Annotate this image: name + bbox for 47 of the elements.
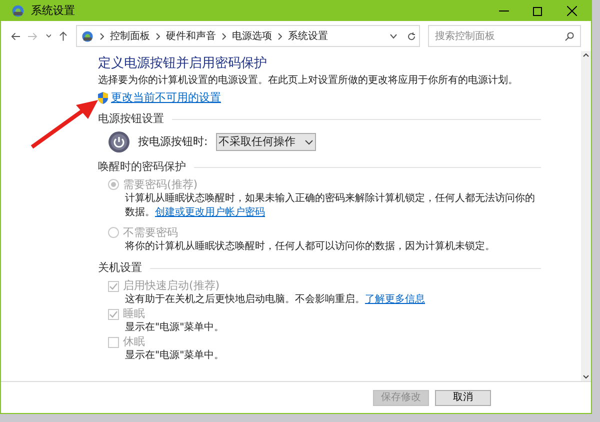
maximize-icon[interactable] xyxy=(533,6,542,16)
shield-icon xyxy=(98,92,108,104)
chevron-down-icon[interactable] xyxy=(46,34,52,38)
radio-label: 需要密码(推荐) xyxy=(123,177,198,192)
radio-label: 不需要密码 xyxy=(123,225,178,240)
address-bar[interactable]: 控制面板 硬件和声音 电源选项 系统设置 xyxy=(76,25,420,47)
control-panel-icon xyxy=(80,30,94,42)
action-dropdown[interactable]: 不采取任何操作 xyxy=(216,133,316,151)
option-description: 将你的计算机从睡眠状态唤醒时，任何人都可以访问你的数据，因为计算机未锁定。 xyxy=(125,240,496,254)
breadcrumb-item[interactable]: 系统设置 xyxy=(288,28,328,44)
chevron-right-icon xyxy=(156,32,160,40)
chevron-down-icon[interactable] xyxy=(390,34,397,38)
breadcrumb-item[interactable]: 电源选项 xyxy=(232,28,272,44)
refresh-icon[interactable] xyxy=(407,32,416,40)
option-description: 显示在"电源"菜单中。 xyxy=(125,321,226,335)
section-title: 电源按钮设置 xyxy=(98,111,164,127)
admin-settings-link[interactable]: 更改当前不可用的设置 xyxy=(111,90,221,105)
option-description: 显示在"电源"菜单中。 xyxy=(125,349,226,363)
search-field[interactable]: 搜索控制面板 xyxy=(428,25,581,47)
field-label: 按电源按钮时: xyxy=(138,134,208,150)
scroll-down-icon[interactable] xyxy=(581,373,591,381)
search-icon xyxy=(565,32,574,41)
chevron-right-icon xyxy=(100,32,104,40)
power-icon xyxy=(108,131,130,153)
scrollbar[interactable] xyxy=(581,51,591,381)
page-description: 选择要为你的计算机设置的电源设置。在此页上对设置所做的更改将应用于你所有的电源计划。 xyxy=(98,74,519,88)
checkbox-label: 睡眠 xyxy=(123,307,145,321)
window-title: 系统设置 xyxy=(31,2,75,19)
option-description: 这有助于在关机之后更快地启动电脑。不会影响重启。了解更多信息 xyxy=(125,293,426,307)
dialog-button[interactable]: 取消 xyxy=(435,390,491,406)
chevron-right-icon xyxy=(278,32,282,40)
checkbox-label: 启用快速启动(推荐) xyxy=(123,279,220,293)
page-heading: 定义电源按钮并启用密码保护 xyxy=(98,55,268,73)
section-title: 关机设置 xyxy=(98,260,142,276)
option-description: 计算机从睡眠状态唤醒时，如果未输入正确的密码来解除计算机锁定，任何人都无法访问你的数据。创建或更改用户帐户密码 xyxy=(125,192,536,220)
scroll-up-icon[interactable] xyxy=(581,51,591,59)
up-arrow-icon[interactable] xyxy=(59,31,68,41)
breadcrumb-item[interactable]: 控制面板 xyxy=(110,28,150,44)
annotation-arrow xyxy=(30,99,100,149)
back-arrow-icon[interactable] xyxy=(11,32,20,40)
control-panel-icon xyxy=(11,4,25,18)
chevron-down-icon xyxy=(304,140,313,144)
section-title: 唤醒时的密码保护 xyxy=(98,159,186,175)
close-icon[interactable] xyxy=(567,6,577,16)
breadcrumb-item[interactable]: 硬件和声音 xyxy=(166,28,216,44)
chevron-right-icon xyxy=(222,32,226,40)
checkbox-label: 休眠 xyxy=(123,335,145,349)
